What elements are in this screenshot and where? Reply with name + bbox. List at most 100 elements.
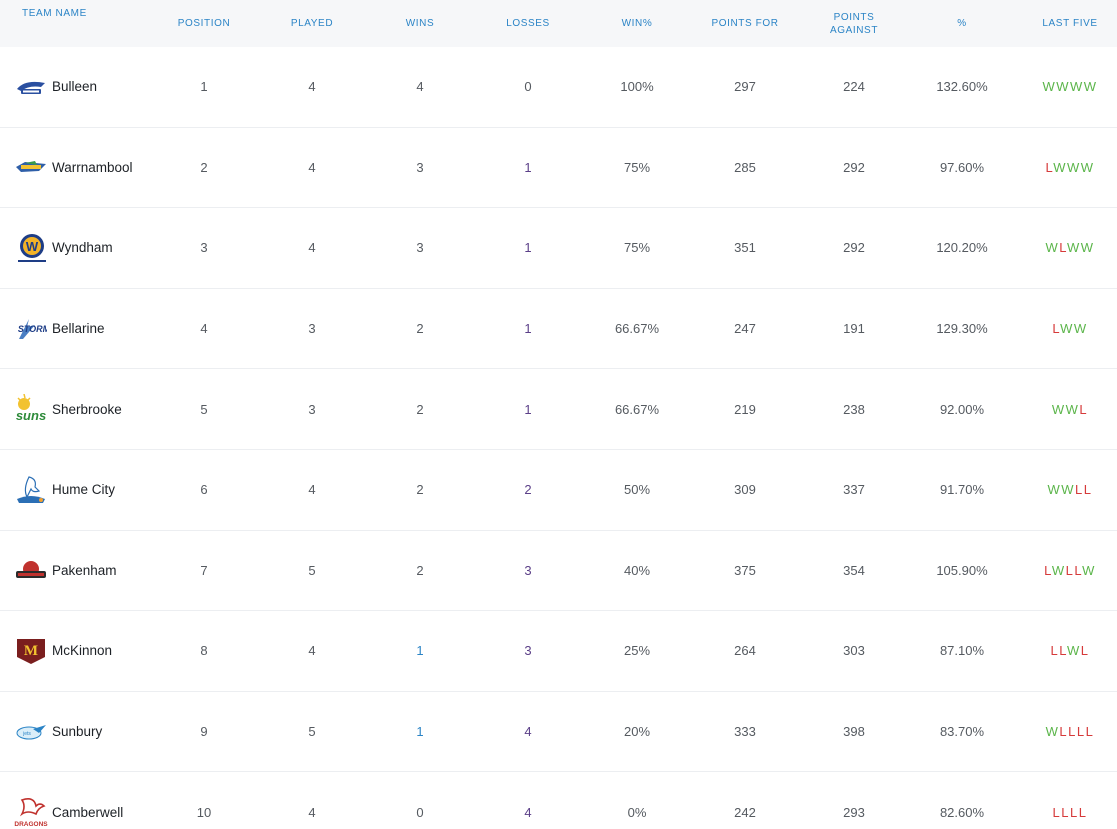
last-five-form: LWLLW bbox=[1014, 531, 1117, 611]
table-row[interactable]: DRAGONS Camberwell 10 4 0 4 0% 242 293 8… bbox=[0, 772, 1117, 829]
header-points-against-label: POINTS AGAINST bbox=[829, 11, 879, 36]
header-points-against[interactable]: POINTS AGAINST bbox=[798, 0, 910, 47]
percentage-value: 92.00% bbox=[939, 401, 985, 417]
points-for-value: 247 bbox=[734, 321, 756, 337]
position-value: 4 bbox=[200, 321, 208, 337]
form-win: W bbox=[1042, 79, 1057, 95]
position-value: 7 bbox=[200, 562, 208, 578]
table-row[interactable]: Hume City 6 4 2 2 50% 309 337 91.70% WWL… bbox=[0, 450, 1117, 531]
table-row[interactable]: Pakenham 7 5 2 3 40% 375 354 105.90% LWL… bbox=[0, 531, 1117, 612]
table-row[interactable]: W Wyndham 3 4 3 1 75% 351 292 120.20% WL… bbox=[0, 208, 1117, 289]
points-against-value: 398 bbox=[843, 724, 865, 740]
team-name[interactable]: Sunbury bbox=[52, 724, 102, 739]
points-for-value: 333 bbox=[734, 724, 756, 740]
team-name[interactable]: Hume City bbox=[52, 482, 115, 497]
form-win: W bbox=[1053, 159, 1067, 175]
table-row[interactable]: jets Sunbury 9 5 1 4 20% 333 398 83.70% … bbox=[0, 692, 1117, 773]
form-win: W bbox=[1066, 159, 1081, 175]
last-five-value: WLLLL bbox=[1046, 724, 1095, 739]
played-value: 5 bbox=[308, 562, 316, 578]
form-loss: L bbox=[1085, 724, 1095, 740]
form-loss: L bbox=[1061, 804, 1070, 820]
form-win: W bbox=[1045, 240, 1060, 256]
team-name[interactable]: Bellarine bbox=[52, 321, 105, 336]
form-loss: L bbox=[1070, 804, 1079, 820]
points-for-value: 285 bbox=[734, 159, 756, 175]
last-five-form: WWLL bbox=[1014, 450, 1117, 530]
header-points-for[interactable]: POINTS FOR bbox=[692, 0, 798, 47]
table-body: Bulleen 1 4 4 0 100% 297 224 132.60% WWW… bbox=[0, 47, 1117, 829]
form-loss: L bbox=[1080, 643, 1090, 659]
team-cell[interactable]: DRAGONS Camberwell bbox=[14, 772, 164, 829]
percentage-value: 132.60% bbox=[936, 79, 988, 95]
wyndham-logo-icon: W bbox=[14, 231, 48, 265]
table-row[interactable]: STORM Bellarine 4 3 2 1 66.67% 247 191 1… bbox=[0, 289, 1117, 370]
team-cell[interactable]: Pakenham bbox=[14, 531, 164, 611]
wins-value: 2 bbox=[416, 562, 424, 578]
pakenham-warriors-logo-icon bbox=[14, 553, 48, 587]
table-row[interactable]: suns Sherbrooke 5 3 2 1 66.67% 219 238 9… bbox=[0, 369, 1117, 450]
header-percentage[interactable]: % bbox=[910, 0, 1014, 47]
position-value: 3 bbox=[200, 240, 208, 256]
header-last-five[interactable]: LAST FIVE bbox=[1014, 0, 1117, 47]
sunbury-jets-logo-icon: jets bbox=[14, 715, 48, 749]
last-five-form: LWW bbox=[1014, 289, 1117, 369]
header-position[interactable]: POSITION bbox=[150, 0, 258, 47]
form-win: W bbox=[1080, 159, 1095, 175]
svg-text:STORM: STORM bbox=[18, 324, 47, 334]
form-win: W bbox=[1047, 482, 1062, 498]
wins-value: 1 bbox=[416, 724, 424, 740]
losses-value: 1 bbox=[524, 401, 532, 417]
team-cell[interactable]: M McKinnon bbox=[14, 611, 164, 691]
header-losses[interactable]: LOSSES bbox=[474, 0, 582, 47]
percentage-value: 129.30% bbox=[936, 321, 988, 337]
last-five-form: WWWW bbox=[1014, 47, 1117, 127]
team-cell[interactable]: Hume City bbox=[14, 450, 164, 530]
win-pct-value: 50% bbox=[623, 482, 651, 498]
bellarine-storm-logo-icon: STORM bbox=[14, 312, 48, 346]
win-pct-value: 40% bbox=[623, 562, 651, 578]
team-cell[interactable]: STORM Bellarine bbox=[14, 289, 164, 369]
team-cell[interactable]: jets Sunbury bbox=[14, 692, 164, 772]
win-pct-value: 0% bbox=[627, 804, 647, 820]
table-row[interactable]: M McKinnon 8 4 1 3 25% 264 303 87.10% LL… bbox=[0, 611, 1117, 692]
header-played[interactable]: PLAYED bbox=[258, 0, 366, 47]
form-loss: L bbox=[1075, 482, 1084, 498]
form-loss: L bbox=[1083, 482, 1093, 498]
svg-text:M: M bbox=[24, 643, 38, 659]
wins-value: 2 bbox=[416, 482, 424, 498]
team-name[interactable]: McKinnon bbox=[52, 643, 112, 658]
team-name[interactable]: Sherbrooke bbox=[52, 402, 122, 417]
team-cell[interactable]: Warrnambool bbox=[14, 128, 164, 208]
form-win: W bbox=[1080, 240, 1095, 256]
team-name[interactable]: Pakenham bbox=[52, 563, 117, 578]
form-win: W bbox=[1073, 321, 1088, 337]
header-team-name[interactable]: TEAM NAME bbox=[22, 0, 152, 47]
losses-value: 3 bbox=[524, 643, 532, 659]
losses-value: 3 bbox=[524, 562, 532, 578]
team-name[interactable]: Camberwell bbox=[52, 805, 123, 820]
form-win: W bbox=[1066, 643, 1081, 659]
team-name[interactable]: Wyndham bbox=[52, 240, 113, 255]
table-row[interactable]: Warrnambool 2 4 3 1 75% 285 292 97.60% L… bbox=[0, 128, 1117, 209]
team-cell[interactable]: suns Sherbrooke bbox=[14, 369, 164, 449]
form-win: W bbox=[1045, 724, 1060, 740]
position-value: 9 bbox=[200, 724, 208, 740]
header-win-pct[interactable]: WIN% bbox=[582, 0, 692, 47]
last-five-value: LLLL bbox=[1053, 805, 1088, 820]
losses-value: 1 bbox=[524, 240, 532, 256]
team-name[interactable]: Warrnambool bbox=[52, 160, 133, 175]
form-loss: L bbox=[1052, 804, 1062, 820]
table-row[interactable]: Bulleen 1 4 4 0 100% 297 224 132.60% WWW… bbox=[0, 47, 1117, 128]
form-win: W bbox=[1051, 401, 1066, 417]
header-wins[interactable]: WINS bbox=[366, 0, 474, 47]
form-win: W bbox=[1060, 321, 1074, 337]
team-name[interactable]: Bulleen bbox=[52, 79, 97, 94]
svg-text:jets: jets bbox=[22, 731, 31, 737]
wins-value: 4 bbox=[416, 79, 424, 95]
played-value: 3 bbox=[308, 321, 316, 337]
points-for-value: 351 bbox=[734, 240, 756, 256]
team-cell[interactable]: Bulleen bbox=[14, 47, 164, 127]
played-value: 5 bbox=[308, 724, 316, 740]
team-cell[interactable]: W Wyndham bbox=[14, 208, 164, 288]
